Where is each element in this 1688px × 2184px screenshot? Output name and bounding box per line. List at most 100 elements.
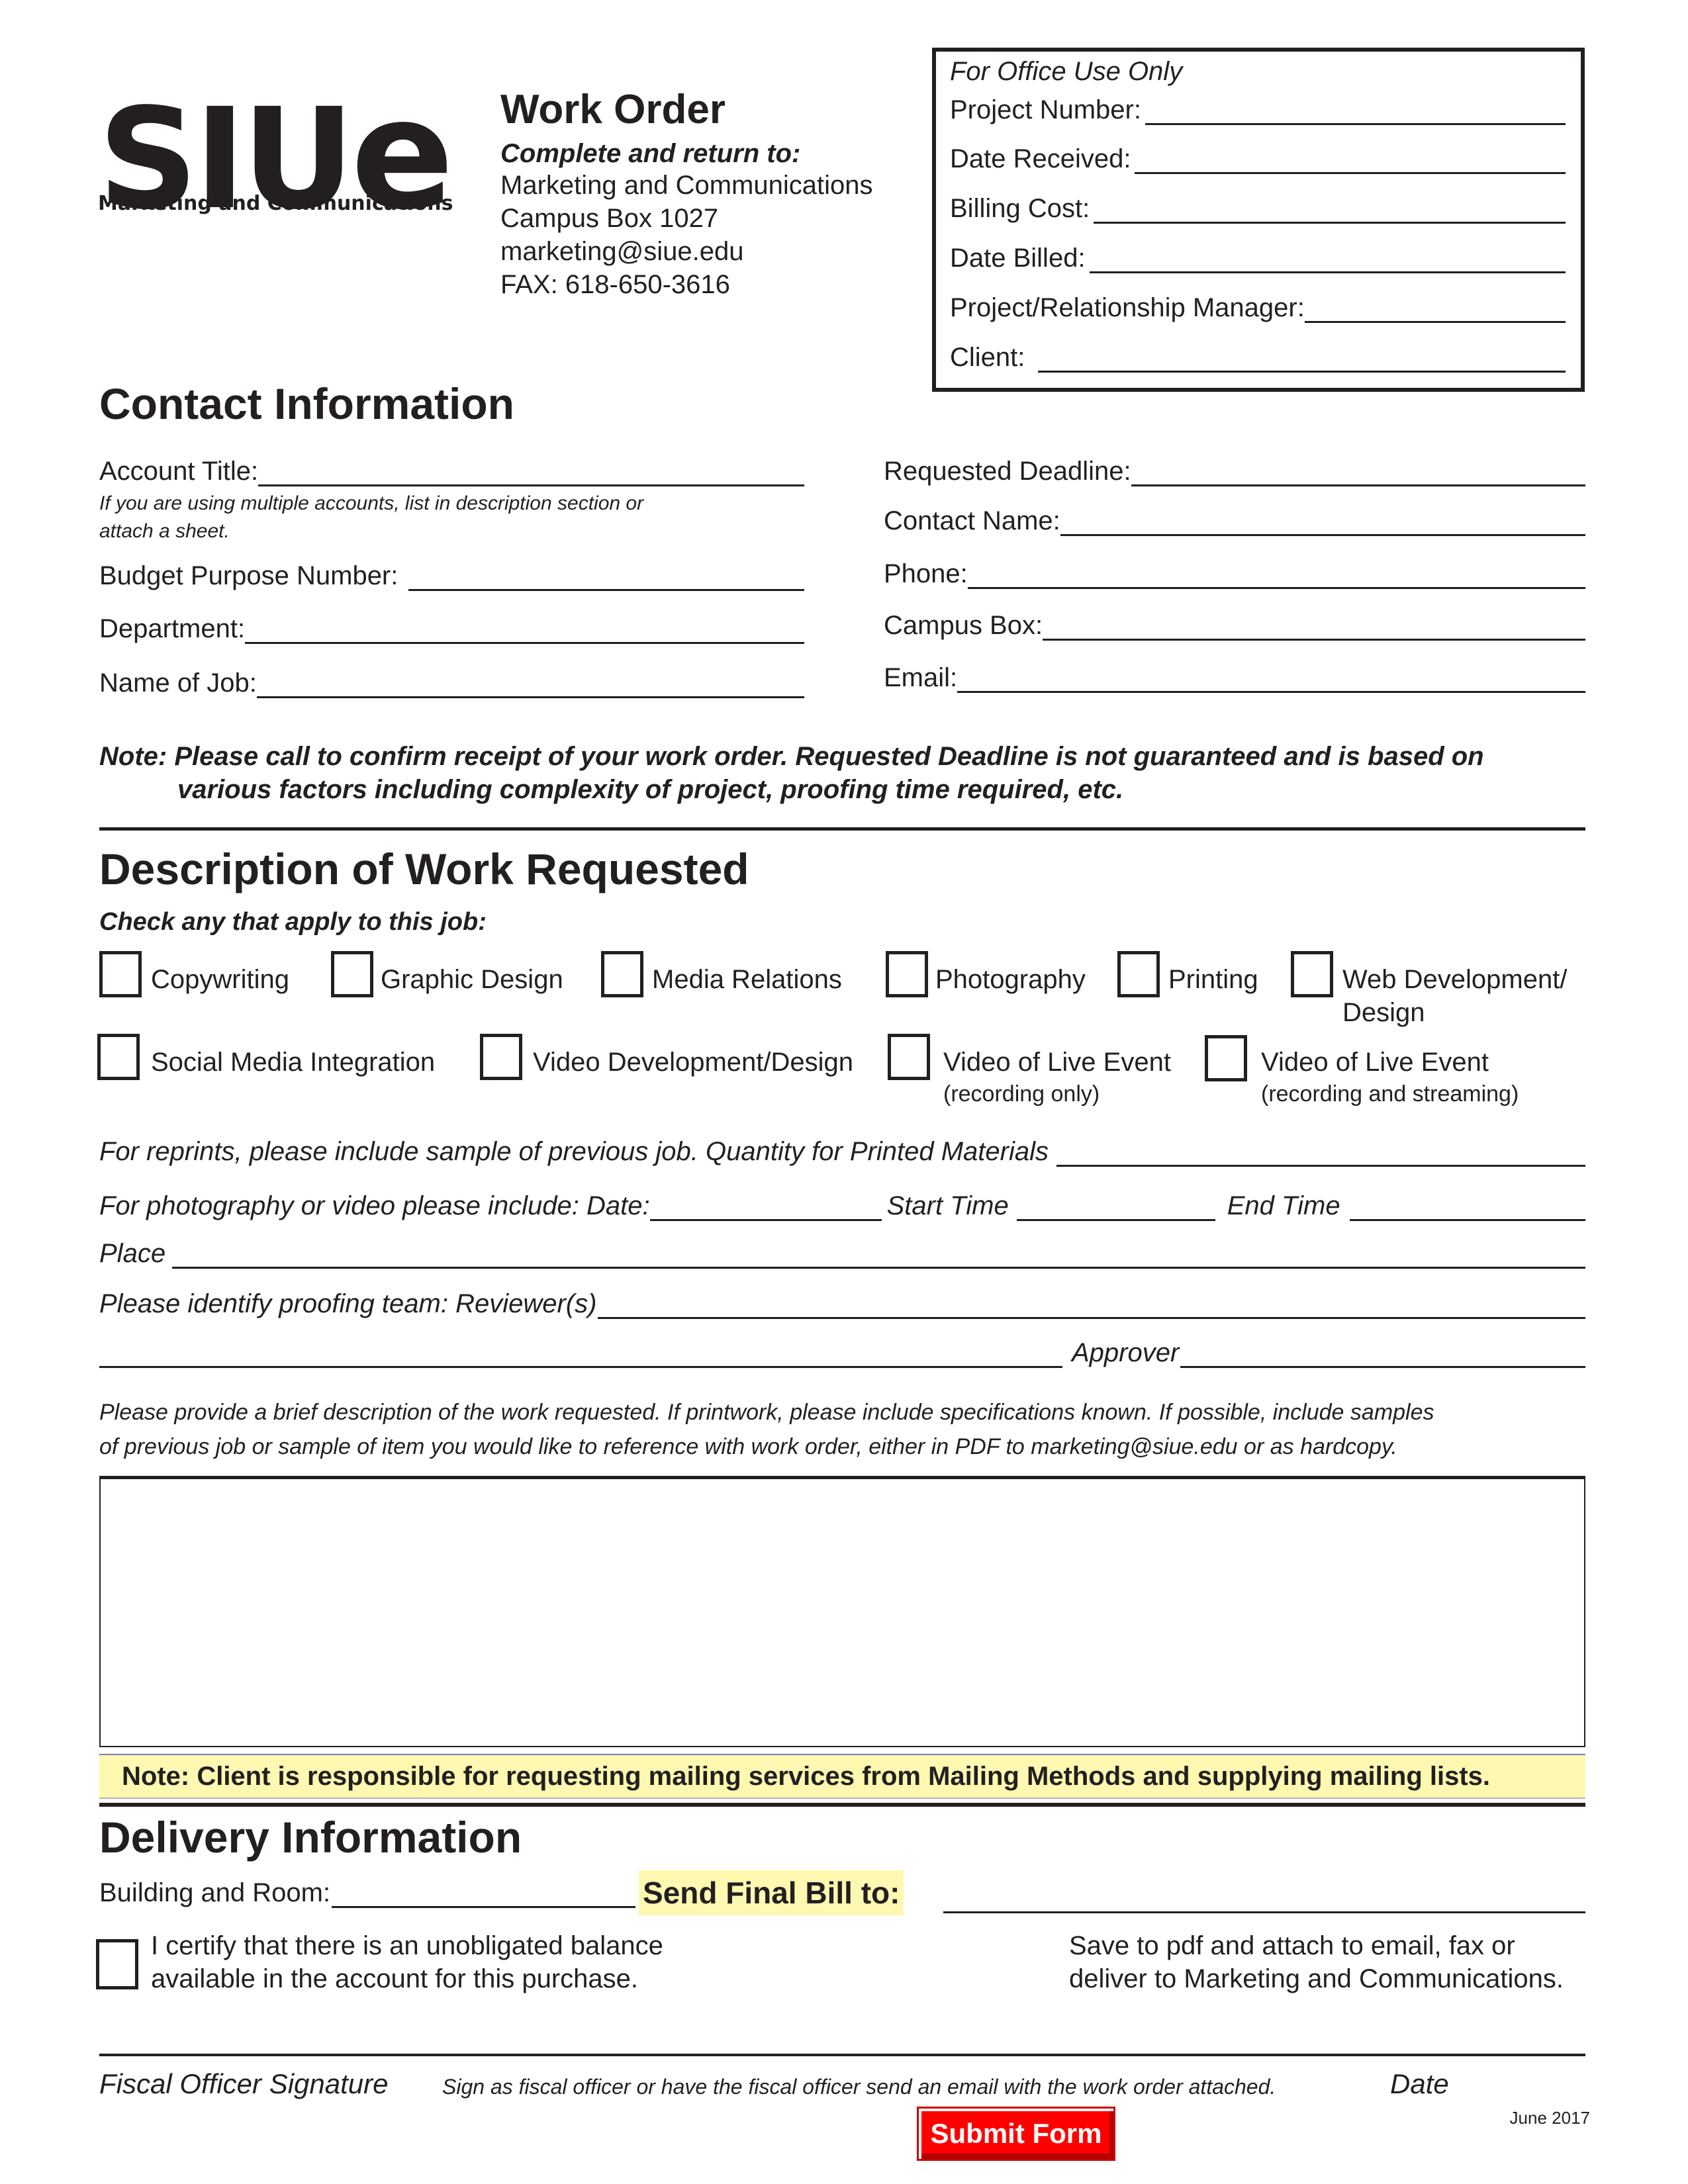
department-input[interactable] <box>245 621 804 644</box>
phone-input[interactable] <box>967 566 1585 589</box>
social-media-label: Social Media Integration <box>151 1048 436 1077</box>
address-email: marketing@siue.edu <box>500 237 744 266</box>
account-title-input[interactable] <box>258 463 804 486</box>
description-instructions: Please provide a brief description of th… <box>99 1395 1585 1464</box>
project-manager-input[interactable] <box>1304 300 1566 323</box>
graphic-design-label: Graphic Design <box>381 965 563 994</box>
copywriting-checkbox[interactable] <box>99 951 142 997</box>
note-line: various factors including complexity of … <box>177 775 1124 804</box>
send-bill-input[interactable] <box>943 1891 1585 1913</box>
billing-cost-field: Billing Cost: <box>950 194 1566 224</box>
account-title-field: Account Title: <box>99 457 804 486</box>
mailing-note: Note: Client is responsible for requesti… <box>99 1754 1585 1799</box>
client-input[interactable] <box>1038 349 1566 373</box>
certify-text: I certify that there is an unobligated b… <box>151 1929 663 1995</box>
address-fax: FAX: 618-650-3616 <box>500 270 730 299</box>
project-number-field: Project Number: <box>950 95 1566 125</box>
budget-purpose-field: Budget Purpose Number: <box>99 561 804 591</box>
graphic-design-checkbox[interactable] <box>331 951 373 997</box>
reviewer-continued-input[interactable] <box>99 1345 1062 1368</box>
revision-date: June 2017 <box>1509 2108 1590 2128</box>
printing-checkbox[interactable] <box>1117 951 1160 997</box>
end-time-input[interactable] <box>1349 1198 1585 1221</box>
photography-label: Photography <box>935 965 1086 994</box>
account-hint: If you are using multiple accounts, list… <box>99 492 644 514</box>
building-room-field: Building and Room: <box>99 1878 635 1908</box>
return-label: Complete and return to: <box>500 139 801 168</box>
deadline-note: Note: Please call to confirm receipt of … <box>99 740 1582 806</box>
section-divider <box>99 1803 1585 1807</box>
quantity-input[interactable] <box>1056 1144 1585 1167</box>
media-relations-checkbox[interactable] <box>601 951 643 997</box>
video-live-recording-sublabel: (recording only) <box>943 1081 1100 1107</box>
photo-video-row: For photography or video please include:… <box>99 1191 1585 1221</box>
building-room-input[interactable] <box>332 1885 635 1908</box>
date-billed-field: Date Billed: <box>950 244 1566 273</box>
department-field: Department: <box>99 614 804 644</box>
field-label: For photography or video please include:… <box>99 1191 650 1220</box>
reviewer-input[interactable] <box>598 1296 1585 1319</box>
contact-heading: Contact Information <box>99 379 514 428</box>
field-label: Please identify proofing team: Reviewer(… <box>99 1289 597 1318</box>
requested-deadline-input[interactable] <box>1131 463 1585 486</box>
video-live-recording-label: Video of Live Event <box>943 1048 1171 1077</box>
section-divider <box>99 827 1585 831</box>
date-received-input[interactable] <box>1135 151 1566 174</box>
campus-box-field: Campus Box: <box>884 611 1585 641</box>
approver-row: Approver <box>99 1338 1585 1368</box>
address-line: Marketing and Communications <box>500 171 873 200</box>
certify-checkbox[interactable] <box>96 1939 138 1989</box>
web-development-checkbox[interactable] <box>1291 951 1333 997</box>
field-label: Project/Relationship Manager: <box>950 293 1305 322</box>
account-hint: attach a sheet. <box>99 520 230 542</box>
send-bill-label: Send Final Bill to: <box>639 1870 904 1915</box>
field-label: Client: <box>950 343 1025 372</box>
field-label: Approver <box>1072 1338 1180 1367</box>
billing-cost-input[interactable] <box>1094 201 1566 224</box>
field-label: Department: <box>99 614 246 643</box>
description-heading: Description of Work Requested <box>99 844 749 893</box>
web-development-label: Web Development/ <box>1342 965 1568 994</box>
video-development-checkbox[interactable] <box>480 1034 522 1080</box>
client-field: Client: <box>950 343 1566 373</box>
office-use-title: For Office Use Only <box>950 57 1183 86</box>
field-label: Contact Name: <box>884 506 1060 535</box>
project-number-input[interactable] <box>1145 102 1566 125</box>
submit-form-button[interactable]: Submit Form <box>917 2107 1115 2161</box>
photography-checkbox[interactable] <box>886 951 928 997</box>
video-live-streaming-checkbox[interactable] <box>1205 1035 1247 1081</box>
contact-name-input[interactable] <box>1060 513 1585 536</box>
social-media-checkbox[interactable] <box>97 1034 140 1080</box>
signature-hint: Sign as fiscal officer or have the fisca… <box>442 2075 1276 2099</box>
signature-label: Fiscal Officer Signature <box>99 2068 389 2099</box>
check-prompt: Check any that apply to this job: <box>99 908 487 936</box>
certify-line: available in the account for this purcha… <box>151 1964 638 1993</box>
event-date-input[interactable] <box>649 1198 882 1221</box>
name-of-job-input[interactable] <box>256 675 804 698</box>
contact-name-field: Contact Name: <box>884 506 1585 536</box>
printing-label: Printing <box>1168 965 1258 994</box>
video-live-recording-checkbox[interactable] <box>888 1034 930 1080</box>
instructions-line: Please provide a brief description of th… <box>99 1400 1434 1425</box>
save-line: deliver to Marketing and Communications. <box>1069 1964 1564 1993</box>
date-label: Date <box>1390 2068 1449 2099</box>
field-label: Billing Cost: <box>950 194 1090 223</box>
instructions-line: of previous job or sample of item you wo… <box>99 1434 1397 1459</box>
delivery-heading: Delivery Information <box>99 1813 522 1862</box>
place-input[interactable] <box>172 1246 1585 1269</box>
phone-field: Phone: <box>884 559 1585 589</box>
approver-input[interactable] <box>1180 1345 1585 1368</box>
logo-mark-text: SIU <box>98 78 355 240</box>
work-description-textarea[interactable] <box>99 1476 1585 1747</box>
budget-purpose-input[interactable] <box>408 568 804 591</box>
start-time-input[interactable] <box>1016 1198 1215 1221</box>
date-billed-input[interactable] <box>1089 250 1566 273</box>
email-input[interactable] <box>957 670 1585 693</box>
save-line: Save to pdf and attach to email, fax or <box>1069 1931 1515 1960</box>
campus-box-input[interactable] <box>1043 617 1585 641</box>
place-field: Place <box>99 1239 1585 1269</box>
field-label: Name of Job: <box>99 668 257 698</box>
signature-line[interactable] <box>99 2054 1585 2056</box>
field-label: Building and Room: <box>99 1878 331 1907</box>
web-development-label-line2: Design <box>1342 998 1425 1027</box>
